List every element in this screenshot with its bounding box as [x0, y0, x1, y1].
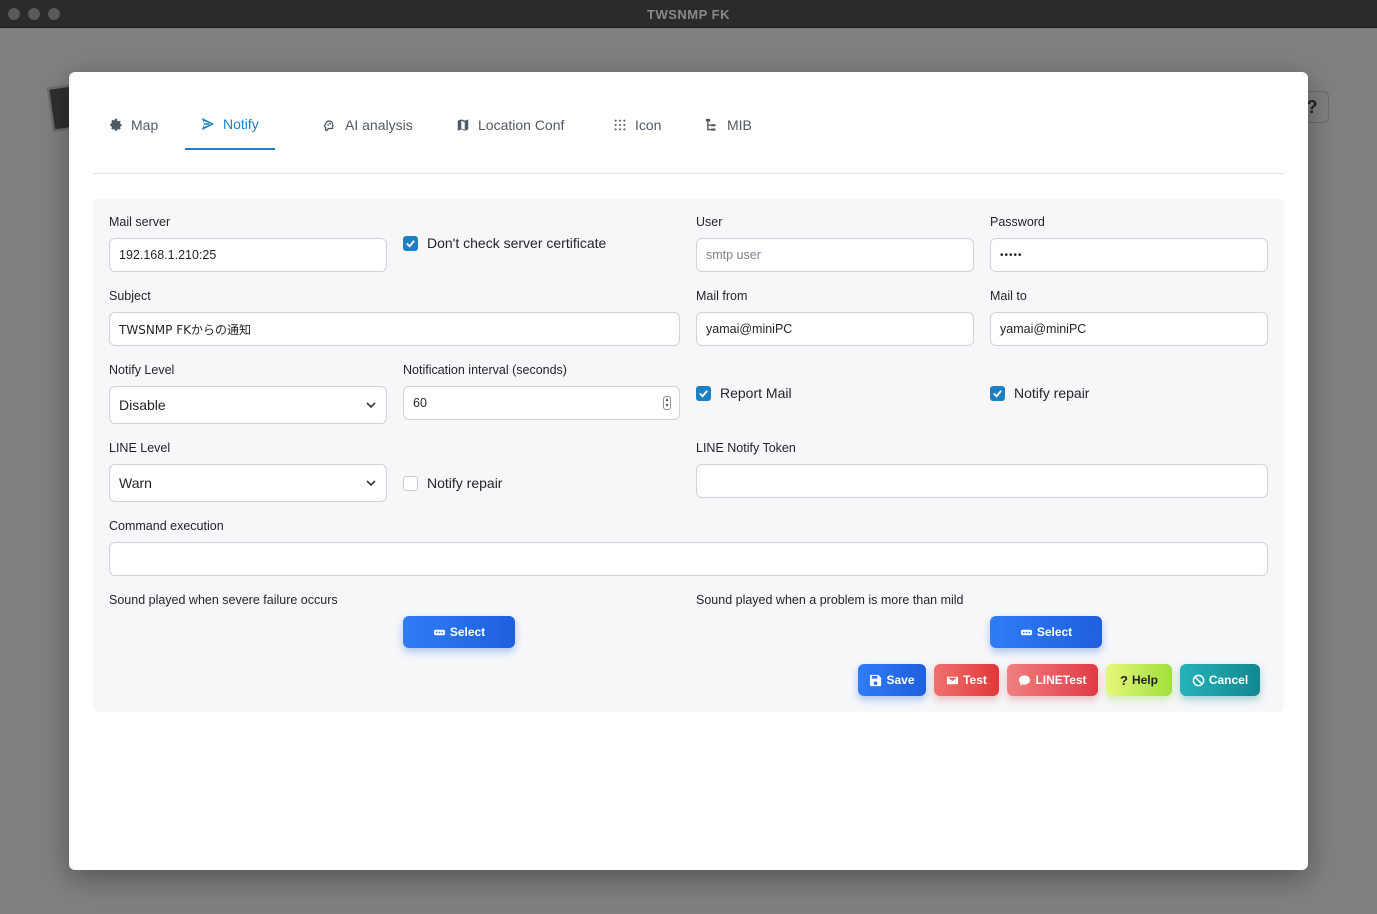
- line-level-select[interactable]: Warn: [109, 464, 387, 502]
- chat-icon: [1019, 674, 1031, 686]
- sound-high-label: Sound played when severe failure occurs: [109, 593, 338, 607]
- password-input[interactable]: •••••: [990, 238, 1268, 272]
- save-button[interactable]: Save: [858, 664, 926, 696]
- window-titlebar: TWSNMP FK: [0, 0, 1377, 28]
- insecure-label: Don't check server certificate: [427, 235, 607, 251]
- sound-low-select-button[interactable]: Select: [990, 616, 1102, 648]
- help-button[interactable]: ? Help: [1106, 664, 1172, 696]
- mail-server-input[interactable]: 192.168.1.210:25: [109, 238, 387, 272]
- settings-tabs: Map Notify AI analysis Location Conf Ico…: [93, 100, 1284, 174]
- window-title: TWSNMP FK: [647, 7, 730, 22]
- user-input[interactable]: smtp user: [696, 238, 974, 272]
- tab-mib-label: MIB: [727, 117, 752, 133]
- save-icon: [870, 674, 882, 686]
- tab-mib[interactable]: MIB: [689, 100, 768, 150]
- tree-icon: [705, 118, 716, 131]
- chevron-down-icon: [366, 480, 376, 487]
- tab-map[interactable]: Map: [93, 100, 174, 150]
- save-label: Save: [886, 673, 915, 687]
- tab-ai-analysis[interactable]: AI analysis: [307, 100, 429, 150]
- password-label: Password: [990, 215, 1045, 229]
- cancel-label: Cancel: [1208, 673, 1249, 687]
- interval-value: 60: [413, 396, 427, 410]
- sound-high-select-label: Select: [449, 625, 486, 639]
- subject-label: Subject: [109, 289, 151, 303]
- notify-level-label: Notify Level: [109, 363, 175, 377]
- grid-dots-icon: [614, 119, 626, 131]
- report-mail-checkbox[interactable]: Report Mail: [696, 385, 792, 401]
- sound-high-select-button[interactable]: Select: [403, 616, 515, 648]
- question-icon: ?: [1120, 672, 1128, 688]
- checkbox-unchecked-icon: [403, 475, 418, 491]
- mail-from-input[interactable]: yamai@miniPC: [696, 312, 974, 346]
- line-notify-repair-checkbox[interactable]: Notify repair: [403, 475, 502, 491]
- interval-input[interactable]: 60 ▴ ▾: [403, 386, 680, 420]
- notify-level-select[interactable]: Disable: [109, 386, 387, 424]
- notify-repair-label: Notify repair: [1014, 385, 1090, 401]
- test-button[interactable]: Test: [934, 664, 999, 696]
- notify-repair-checkbox[interactable]: Notify repair: [990, 385, 1089, 401]
- notify-level-value: Disable: [119, 397, 166, 413]
- mail-to-input[interactable]: yamai@miniPC: [990, 312, 1268, 346]
- tab-notify-label: Notify: [223, 116, 259, 132]
- tab-location-conf-label: Location Conf: [478, 117, 565, 133]
- mail-from-label: Mail from: [696, 289, 748, 303]
- chevron-down-icon: [366, 402, 376, 409]
- tab-map-label: Map: [131, 117, 159, 133]
- test-label: Test: [963, 673, 987, 687]
- checkbox-checked-icon: [403, 235, 418, 251]
- checkbox-checked-icon: [990, 385, 1005, 401]
- brain-icon: [323, 120, 334, 131]
- command-input[interactable]: [109, 542, 1268, 576]
- interval-label: Notification interval (seconds): [403, 363, 567, 377]
- subject-input[interactable]: TWSNMP FKからの通知: [109, 312, 680, 346]
- prohibited-icon: [1192, 674, 1205, 686]
- insecure-checkbox[interactable]: Don't check server certificate: [403, 235, 606, 251]
- command-label: Command execution: [109, 519, 224, 533]
- sound-low-label: Sound played when a problem is more than…: [696, 593, 964, 607]
- map-icon: [457, 119, 469, 131]
- dots-icon: [433, 629, 445, 635]
- settings-dialog: Map Notify AI analysis Location Conf Ico…: [69, 72, 1308, 870]
- send-icon: [201, 117, 215, 131]
- user-label: User: [696, 215, 723, 229]
- tab-notify[interactable]: Notify: [185, 100, 275, 150]
- line-test-label: LINETest: [1035, 673, 1087, 687]
- report-mail-label: Report Mail: [720, 385, 792, 401]
- tab-ai-analysis-label: AI analysis: [345, 117, 413, 133]
- line-token-input[interactable]: [696, 464, 1268, 498]
- tab-icon-label: Icon: [635, 117, 662, 133]
- mail-server-label: Mail server: [109, 215, 171, 229]
- mail-icon: [947, 676, 959, 684]
- mail-to-label: Mail to: [990, 289, 1027, 303]
- tab-location-conf[interactable]: Location Conf: [440, 100, 580, 150]
- cancel-button[interactable]: Cancel: [1180, 664, 1260, 696]
- dots-icon: [1020, 629, 1032, 635]
- gear-icon: [110, 118, 122, 131]
- notify-settings-panel: Mail server 192.168.1.210:25 Don't check…: [93, 199, 1284, 712]
- tab-icon[interactable]: Icon: [597, 100, 677, 150]
- line-token-label: LINE Notify Token: [696, 441, 796, 455]
- sound-low-select-label: Select: [1036, 625, 1073, 639]
- line-test-button[interactable]: LINETest: [1007, 664, 1098, 696]
- help-label: Help: [1131, 673, 1158, 687]
- line-level-value: Warn: [119, 475, 152, 491]
- number-stepper-icon[interactable]: ▴ ▾: [663, 396, 671, 410]
- line-level-label: LINE Level: [109, 441, 171, 455]
- checkbox-checked-icon: [696, 385, 711, 401]
- line-notify-repair-label: Notify repair: [427, 475, 503, 491]
